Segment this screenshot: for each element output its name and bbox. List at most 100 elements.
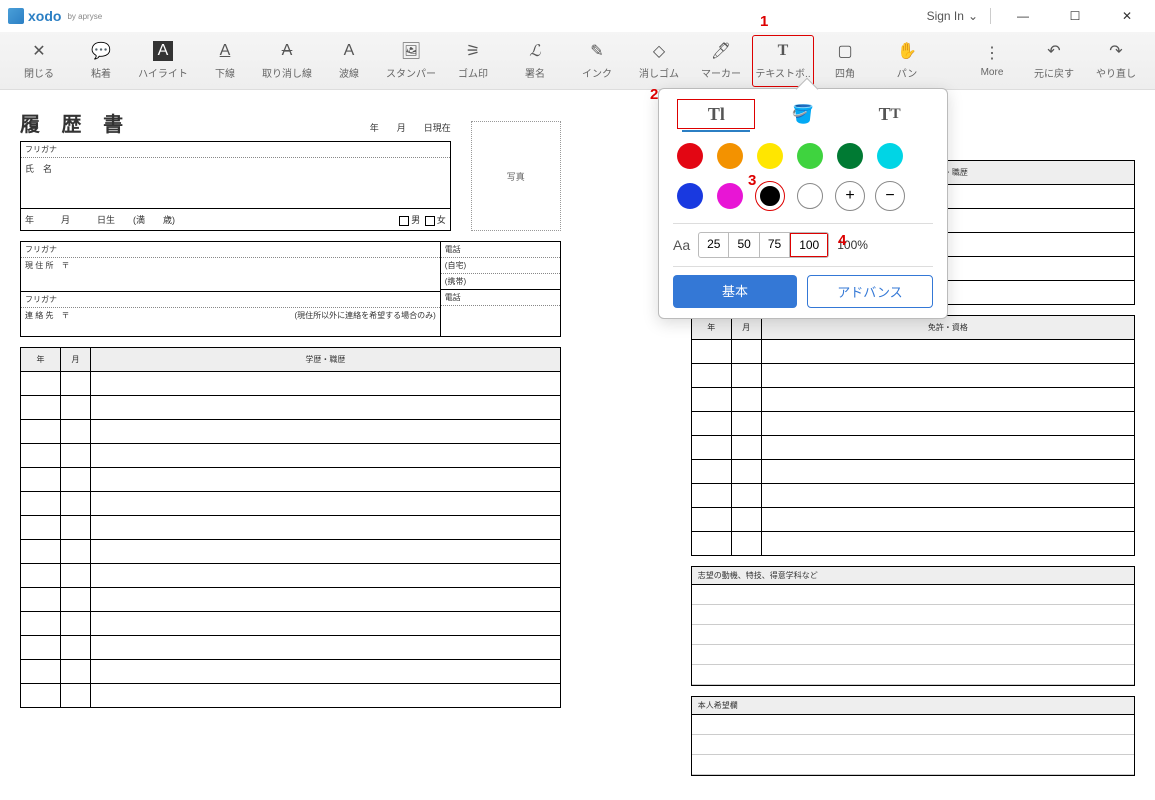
text-color-tab[interactable]: Tl xyxy=(677,99,755,129)
ink-tool[interactable]: ✎ インク xyxy=(566,35,628,87)
opacity-label: Aa xyxy=(673,237,690,253)
phone-label: 電話 xyxy=(441,242,560,258)
more-tool[interactable]: ⋮More xyxy=(961,35,1023,87)
toolbar: ✕閉じる 💬粘着 Aハイライト A下線 A取り消し線 A波線 🖼スタンパー ⚞ゴ… xyxy=(0,32,1155,90)
furigana-label: フリガナ xyxy=(21,142,450,158)
squiggly-label: 波線 xyxy=(339,65,359,80)
addr-furigana: フリガナ xyxy=(21,242,440,258)
col-month-header: 月 xyxy=(61,348,91,372)
female-checkbox[interactable] xyxy=(425,216,435,226)
eraser-icon: ◇ xyxy=(649,41,669,61)
basic-button[interactable]: 基本 xyxy=(673,275,797,308)
col-year-header: 年 xyxy=(21,348,61,372)
logo-icon xyxy=(8,8,24,24)
lic-year-header: 年 xyxy=(691,316,731,340)
advanced-button[interactable]: アドバンス xyxy=(807,275,933,308)
color-swatch-f39200[interactable] xyxy=(715,141,745,171)
page-1: 履 歴 書 年 月 日現在 フリガナ 氏 名 年 月 日生 (満 歳) 男 女 xyxy=(20,100,561,790)
opacity-100[interactable]: 100 xyxy=(790,233,828,257)
contact-address: 連 絡 先 〒 xyxy=(25,311,69,320)
opacity-75[interactable]: 75 xyxy=(760,233,790,257)
color-swatch-ffffff[interactable] xyxy=(795,181,825,211)
square-tool[interactable]: ▢四角 xyxy=(814,35,876,87)
pan-tool[interactable]: ✋パン xyxy=(876,35,938,87)
opacity-25[interactable]: 25 xyxy=(699,233,729,257)
brand-name: xodo xyxy=(28,8,61,24)
color-swatch-1939e0[interactable] xyxy=(675,181,705,211)
stamp-tool[interactable]: 🖼スタンパー xyxy=(380,35,442,87)
squiggly-tool[interactable]: A 波線 xyxy=(318,35,380,87)
wishes-header: 本人希望欄 xyxy=(692,697,1134,715)
ink-label: インク xyxy=(582,65,612,80)
highlight-icon: A xyxy=(153,41,173,61)
male-checkbox[interactable] xyxy=(399,216,409,226)
redo-label: やり直し xyxy=(1096,65,1136,80)
home-phone: (自宅) xyxy=(441,258,560,274)
lic-header: 免許・資格 xyxy=(761,316,1134,340)
col-history-header: 学歴・職歴 xyxy=(91,348,561,372)
eraser-tool[interactable]: ◇消しゴム xyxy=(628,35,690,87)
logo: xodo by apryse xyxy=(8,8,102,24)
more-icon: ⋮ xyxy=(982,43,1002,63)
font-size-tab[interactable]: TT xyxy=(851,99,929,129)
signature-label: 署名 xyxy=(525,65,545,80)
wishes-body xyxy=(692,715,1134,775)
fill-color-tab[interactable]: 🪣 xyxy=(764,99,842,129)
dob-label: 年 月 日生 (満 歳) xyxy=(25,213,175,226)
sticky-label: 粘着 xyxy=(91,65,111,80)
color-swatch-ffe600[interactable] xyxy=(755,141,785,171)
separator xyxy=(990,8,991,24)
color-swatch-007a33[interactable] xyxy=(835,141,865,171)
close-window-button[interactable]: ✕ xyxy=(1107,2,1147,30)
contact-note: (現住所以外に連絡を希望する場合のみ) xyxy=(294,310,435,321)
color-grid: +− xyxy=(673,139,933,213)
phone-label2: 電話 xyxy=(441,290,560,306)
signin-button[interactable]: Sign In ⌄ xyxy=(927,9,978,23)
redo-icon: ↷ xyxy=(1106,41,1126,61)
marker-tool[interactable]: 🖊マーカー xyxy=(690,35,752,87)
text-style-popup: Tl 🪣 TT +− Aa 25 50 75 100 100% 基本 アドバンス xyxy=(658,88,948,319)
undo-tool[interactable]: ↶元に戻す xyxy=(1023,35,1085,87)
squiggly-icon: A xyxy=(339,41,359,61)
color-swatch-000000[interactable] xyxy=(755,181,785,211)
stamp-icon: 🖼 xyxy=(401,41,421,61)
hand-icon: ✋ xyxy=(897,41,917,61)
document-area[interactable]: 履 歴 書 年 月 日現在 フリガナ 氏 名 年 月 日生 (満 歳) 男 女 xyxy=(0,90,1155,800)
sticky-tool[interactable]: 💬粘着 xyxy=(70,35,132,87)
callout-4: 4 xyxy=(838,232,846,249)
callout-1: 1 xyxy=(760,13,768,30)
maximize-button[interactable]: ☐ xyxy=(1055,2,1095,30)
rubber-tool[interactable]: ⚞ゴム印 xyxy=(442,35,504,87)
marker-icon: 🖊 xyxy=(711,41,731,61)
signature-tool[interactable]: ℒ署名 xyxy=(504,35,566,87)
color-swatch-e815d5[interactable] xyxy=(715,181,745,211)
address-box: フリガナ 現 住 所 〒 フリガナ 連 絡 先 〒 (現住所以外に連絡を希望する… xyxy=(20,241,561,337)
color-swatch-3fd33f[interactable] xyxy=(795,141,825,171)
ink-icon: ✎ xyxy=(587,41,607,61)
underline-label: 下線 xyxy=(215,65,235,80)
current-address: 現 住 所 〒 xyxy=(21,258,440,292)
motivation-box: 志望の動機、特技、得意学科など xyxy=(691,566,1135,686)
opacity-buttons: 25 50 75 100 xyxy=(698,232,829,258)
wishes-box: 本人希望欄 xyxy=(691,696,1135,776)
highlight-tool[interactable]: Aハイライト xyxy=(132,35,194,87)
strikeout-label: 取り消し線 xyxy=(262,65,312,80)
strikeout-tool[interactable]: A取り消し線 xyxy=(256,35,318,87)
remove-color-button[interactable]: − xyxy=(875,181,905,211)
opacity-50[interactable]: 50 xyxy=(729,233,759,257)
gender-group: 男 女 xyxy=(397,213,446,226)
photo-label: 写真 xyxy=(507,170,525,183)
minimize-button[interactable]: — xyxy=(1003,2,1043,30)
popup-buttons: 基本 アドバンス xyxy=(673,275,933,308)
underline-tool[interactable]: A下線 xyxy=(194,35,256,87)
close-tool[interactable]: ✕閉じる xyxy=(8,35,70,87)
addr-furigana2: フリガナ xyxy=(21,292,440,308)
undo-label: 元に戻す xyxy=(1034,65,1074,80)
redo-tool[interactable]: ↷ やり直し xyxy=(1085,35,1147,87)
female-label: 女 xyxy=(437,215,446,225)
paintbucket-icon: 🪣 xyxy=(792,104,814,125)
brand-byline: by apryse xyxy=(67,12,102,21)
color-swatch-00d5e5[interactable] xyxy=(875,141,905,171)
add-color-button[interactable]: + xyxy=(835,181,865,211)
color-swatch-e30613[interactable] xyxy=(675,141,705,171)
